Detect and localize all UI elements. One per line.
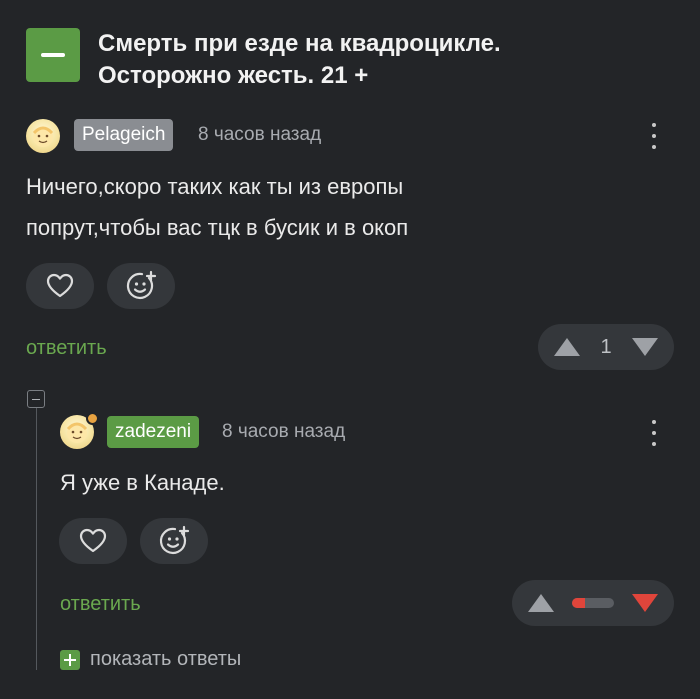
plus-icon — [60, 649, 80, 670]
avatar-face-icon — [32, 126, 54, 147]
username-label: zadezeni — [115, 421, 192, 442]
show-replies-label: показать ответы — [90, 648, 242, 670]
post-title-line2: Осторожно жесть. 21 + — [98, 62, 369, 89]
reply-link[interactable]: ответить — [26, 334, 107, 362]
minus-icon — [41, 53, 65, 57]
rating-bar-fill — [572, 598, 585, 608]
comment-text-line1: Я уже в Канаде. — [60, 470, 225, 495]
downvote-arrow-icon[interactable] — [630, 592, 660, 614]
minus-icon — [32, 398, 40, 400]
rating-bar — [572, 598, 614, 608]
heart-icon — [46, 273, 74, 298]
like-button[interactable] — [59, 518, 127, 564]
upvote-arrow-icon[interactable] — [552, 336, 582, 358]
kebab-menu-icon[interactable] — [650, 420, 658, 446]
thread-line — [36, 408, 37, 670]
post-header: Смерть при езде на квадроцикле. Осторожн… — [26, 28, 658, 92]
add-reaction-button[interactable] — [140, 518, 208, 564]
avatar[interactable] — [26, 119, 60, 153]
online-status-dot — [86, 412, 99, 425]
downvote-arrow-icon[interactable] — [630, 336, 660, 358]
emoji-add-icon — [159, 525, 190, 555]
username-label: Pelageich — [82, 124, 166, 145]
post-title-line1: Смерть при езде на квадроцикле. — [98, 30, 501, 57]
comment-username[interactable]: zadezeni — [107, 416, 200, 448]
like-button[interactable] — [26, 263, 94, 309]
kebab-menu-icon[interactable] — [650, 123, 658, 149]
comment-text-line2: попрут,чтобы вас тцк в бусик и в окоп — [26, 215, 409, 240]
add-reaction-button[interactable] — [107, 263, 175, 309]
reply-link[interactable]: ответить — [60, 590, 141, 618]
comment-text: Ничего,скоро таких как ты из европы попр… — [26, 166, 408, 248]
vote-control: 1 — [538, 324, 674, 370]
post-title[interactable]: Смерть при езде на квадроцикле. Осторожн… — [98, 28, 658, 92]
comment-timestamp: 8 часов назад — [198, 124, 322, 145]
collapse-thread-button[interactable] — [27, 390, 45, 408]
upvote-arrow-icon[interactable] — [526, 592, 556, 614]
comment-username[interactable]: Pelageich — [74, 119, 174, 151]
collapse-post-button[interactable] — [26, 28, 80, 82]
vote-count: 1 — [600, 335, 612, 358]
comment-text: Я уже в Канаде. — [60, 462, 225, 503]
comment-text-line1: Ничего,скоро таких как ты из европы — [26, 174, 404, 199]
heart-icon — [79, 528, 107, 553]
vote-control — [512, 580, 674, 626]
emoji-add-icon — [126, 270, 157, 300]
show-replies-button[interactable]: показать ответы — [60, 648, 241, 671]
comment-timestamp: 8 часов назад — [222, 421, 346, 442]
